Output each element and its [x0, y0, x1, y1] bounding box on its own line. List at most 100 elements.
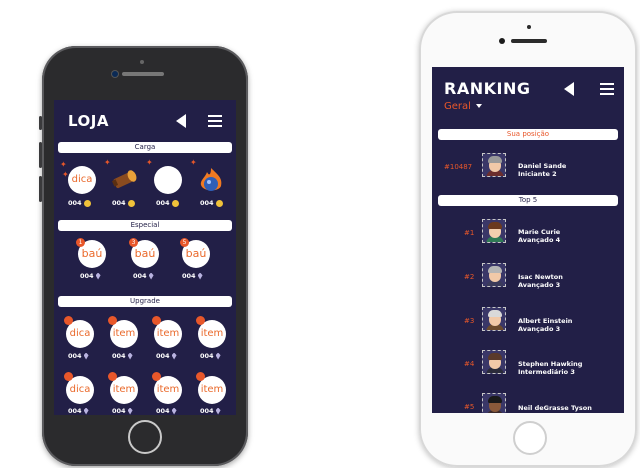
item-price: 004: [156, 407, 177, 415]
player-name: Daniel Sande: [518, 162, 567, 170]
player-level: Avançado 3: [518, 325, 561, 333]
item-badge: [64, 316, 73, 325]
item-price: 004: [80, 272, 101, 280]
gem-icon: [95, 272, 101, 280]
gem-icon: [83, 407, 89, 415]
rank-number: #3: [464, 317, 475, 325]
sensor: [527, 25, 531, 29]
player-level: Intermediário 3: [518, 368, 575, 376]
page-title: LOJA: [68, 112, 109, 130]
item-dica: dica: [68, 166, 96, 194]
item-badge: 1: [76, 238, 85, 247]
sparkle-icon: ✦: [60, 160, 67, 169]
rank-number: #4: [464, 360, 475, 368]
gem-icon: [127, 352, 133, 360]
phone-store: LOJA Carga ✦ ✦ dica 004 ✦ 004 ✦ 004 ✦ 00…: [39, 46, 248, 466]
item-price: 004: [112, 407, 133, 415]
item-price: 004: [200, 407, 221, 415]
gem-icon: [148, 272, 154, 280]
my-position-header: Sua posição: [438, 129, 618, 140]
home-button[interactable]: [513, 421, 547, 455]
top5-header: Top 5: [438, 195, 618, 206]
item-badge: [108, 316, 117, 325]
item-badge: [196, 372, 205, 381]
gem-icon: [171, 407, 177, 415]
sensor: [140, 60, 144, 64]
avatar: [482, 219, 506, 243]
back-arrow-icon[interactable]: [176, 114, 186, 128]
fireball-icon: [197, 166, 225, 194]
player-level: Avançado 3: [518, 281, 561, 289]
filter-dropdown[interactable]: Geral: [444, 101, 482, 112]
coin-icon: [83, 199, 91, 207]
section-upgrade: Upgrade: [58, 296, 232, 307]
avatar: [482, 393, 506, 413]
player-name: Neil deGrasse Tyson: [518, 404, 592, 412]
gem-icon: [215, 352, 221, 360]
player-level: Iniciante 2: [518, 170, 557, 178]
avatar: [482, 350, 506, 374]
player-name: Marie Curie: [518, 228, 561, 236]
rank-number: #5: [464, 403, 475, 411]
coin-icon: [215, 199, 223, 207]
pipe-icon: [110, 166, 138, 194]
store-header: LOJA: [54, 100, 236, 142]
item-badge: [108, 372, 117, 381]
item-price: 004: [68, 407, 89, 415]
item-price: 004: [133, 272, 154, 280]
rank-number: #1: [464, 229, 475, 237]
section-especial: Especial: [58, 220, 232, 231]
back-arrow-icon[interactable]: [564, 82, 574, 96]
home-button[interactable]: [128, 420, 162, 454]
item-badge: [152, 372, 161, 381]
avatar: [482, 307, 506, 331]
volume-up-button: [39, 142, 42, 168]
coin-icon: [171, 199, 179, 207]
player-level: Avançado 4: [518, 236, 561, 244]
rank-number: #2: [464, 273, 475, 281]
item-price: 004: [182, 272, 203, 280]
player-name: Albert Einstein: [518, 317, 573, 325]
item-badge: [152, 316, 161, 325]
item-badge: 5: [180, 238, 189, 247]
speaker: [511, 39, 547, 43]
volume-down-button: [39, 176, 42, 202]
item-badge: 3: [129, 238, 138, 247]
coin-icon: [127, 199, 135, 207]
gem-icon: [197, 272, 203, 280]
gem-icon: [215, 407, 221, 415]
speaker: [122, 72, 164, 76]
mute-switch: [39, 116, 42, 130]
gem-icon: [127, 407, 133, 415]
item-blank: [154, 166, 182, 194]
menu-icon[interactable]: [208, 115, 222, 127]
gem-icon: [171, 352, 177, 360]
item-price: 004: [156, 352, 177, 360]
item-price: 004: [112, 199, 135, 207]
item-price: 004: [112, 352, 133, 360]
phone-ranking: RANKING Geral Sua posição #10487 Daniel …: [419, 11, 637, 467]
avatar: [482, 153, 506, 177]
player-name: Stephen Hawking: [518, 360, 583, 368]
item-badge: [196, 316, 205, 325]
front-camera: [499, 38, 505, 44]
item-price: 004: [156, 199, 179, 207]
store-screen: LOJA Carga ✦ ✦ dica 004 ✦ 004 ✦ 004 ✦ 00…: [54, 100, 236, 415]
item-price: 004: [68, 199, 91, 207]
item-badge: [64, 372, 73, 381]
avatar: [482, 263, 506, 287]
section-carga: Carga: [58, 142, 232, 153]
menu-icon[interactable]: [600, 83, 614, 95]
player-name: Isac Newton: [518, 273, 563, 281]
page-title: RANKING: [444, 79, 531, 98]
sparkle-icon: ✦: [146, 158, 153, 167]
ranking-screen: RANKING Geral Sua posição #10487 Daniel …: [432, 67, 624, 413]
front-camera: [112, 71, 118, 77]
item-price: 004: [200, 199, 223, 207]
gem-icon: [83, 352, 89, 360]
rank-number: #10487: [444, 163, 473, 171]
item-price: 004: [68, 352, 89, 360]
filter-label: Geral: [444, 101, 471, 112]
item-price: 004: [200, 352, 221, 360]
caret-down-icon: [475, 104, 482, 108]
